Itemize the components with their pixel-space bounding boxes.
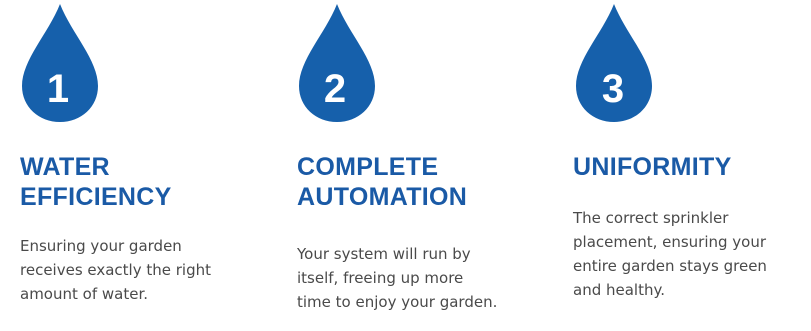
feature-description-line: The correct sprinkler — [573, 209, 729, 227]
feature-title: WATER EFFICIENCY — [20, 152, 172, 212]
feature-description-line: itself, freeing up more — [297, 269, 464, 287]
feature-number: 3 — [602, 67, 624, 111]
feature-description-line: placement, ensuring your — [573, 233, 767, 251]
feature-description-line: time to enjoy your garden. — [297, 293, 498, 311]
feature-title-line: EFFICIENCY — [20, 183, 172, 211]
feature-number: 2 — [324, 67, 346, 111]
feature-title-line: WATER — [20, 153, 110, 181]
feature-number: 1 — [47, 67, 69, 111]
feature-description-line: amount of water. — [20, 285, 148, 303]
feature-description: Your system will run by itself, freeing … — [297, 242, 497, 314]
feature-title: UNIFORMITY — [573, 152, 732, 182]
feature-description-line: Your system will run by — [297, 245, 471, 263]
feature-description-line: and healthy. — [573, 281, 665, 299]
feature-description-line: Ensuring your garden — [20, 237, 182, 255]
feature-title-line: AUTOMATION — [297, 183, 468, 211]
water-drop-icon: 3 — [574, 2, 654, 124]
feature-description: The correct sprinkler placement, ensurin… — [573, 206, 767, 302]
feature-title: COMPLETE AUTOMATION — [297, 152, 467, 212]
feature-description: Ensuring your garden receives exactly th… — [20, 234, 211, 306]
feature-title-line: COMPLETE — [297, 153, 439, 181]
feature-description-line: entire garden stays green — [573, 257, 767, 275]
feature-title-line: UNIFORMITY — [573, 153, 732, 181]
feature-description-line: receives exactly the right — [20, 261, 212, 279]
water-drop-icon: 2 — [297, 2, 377, 124]
water-drop-icon: 1 — [20, 2, 100, 124]
